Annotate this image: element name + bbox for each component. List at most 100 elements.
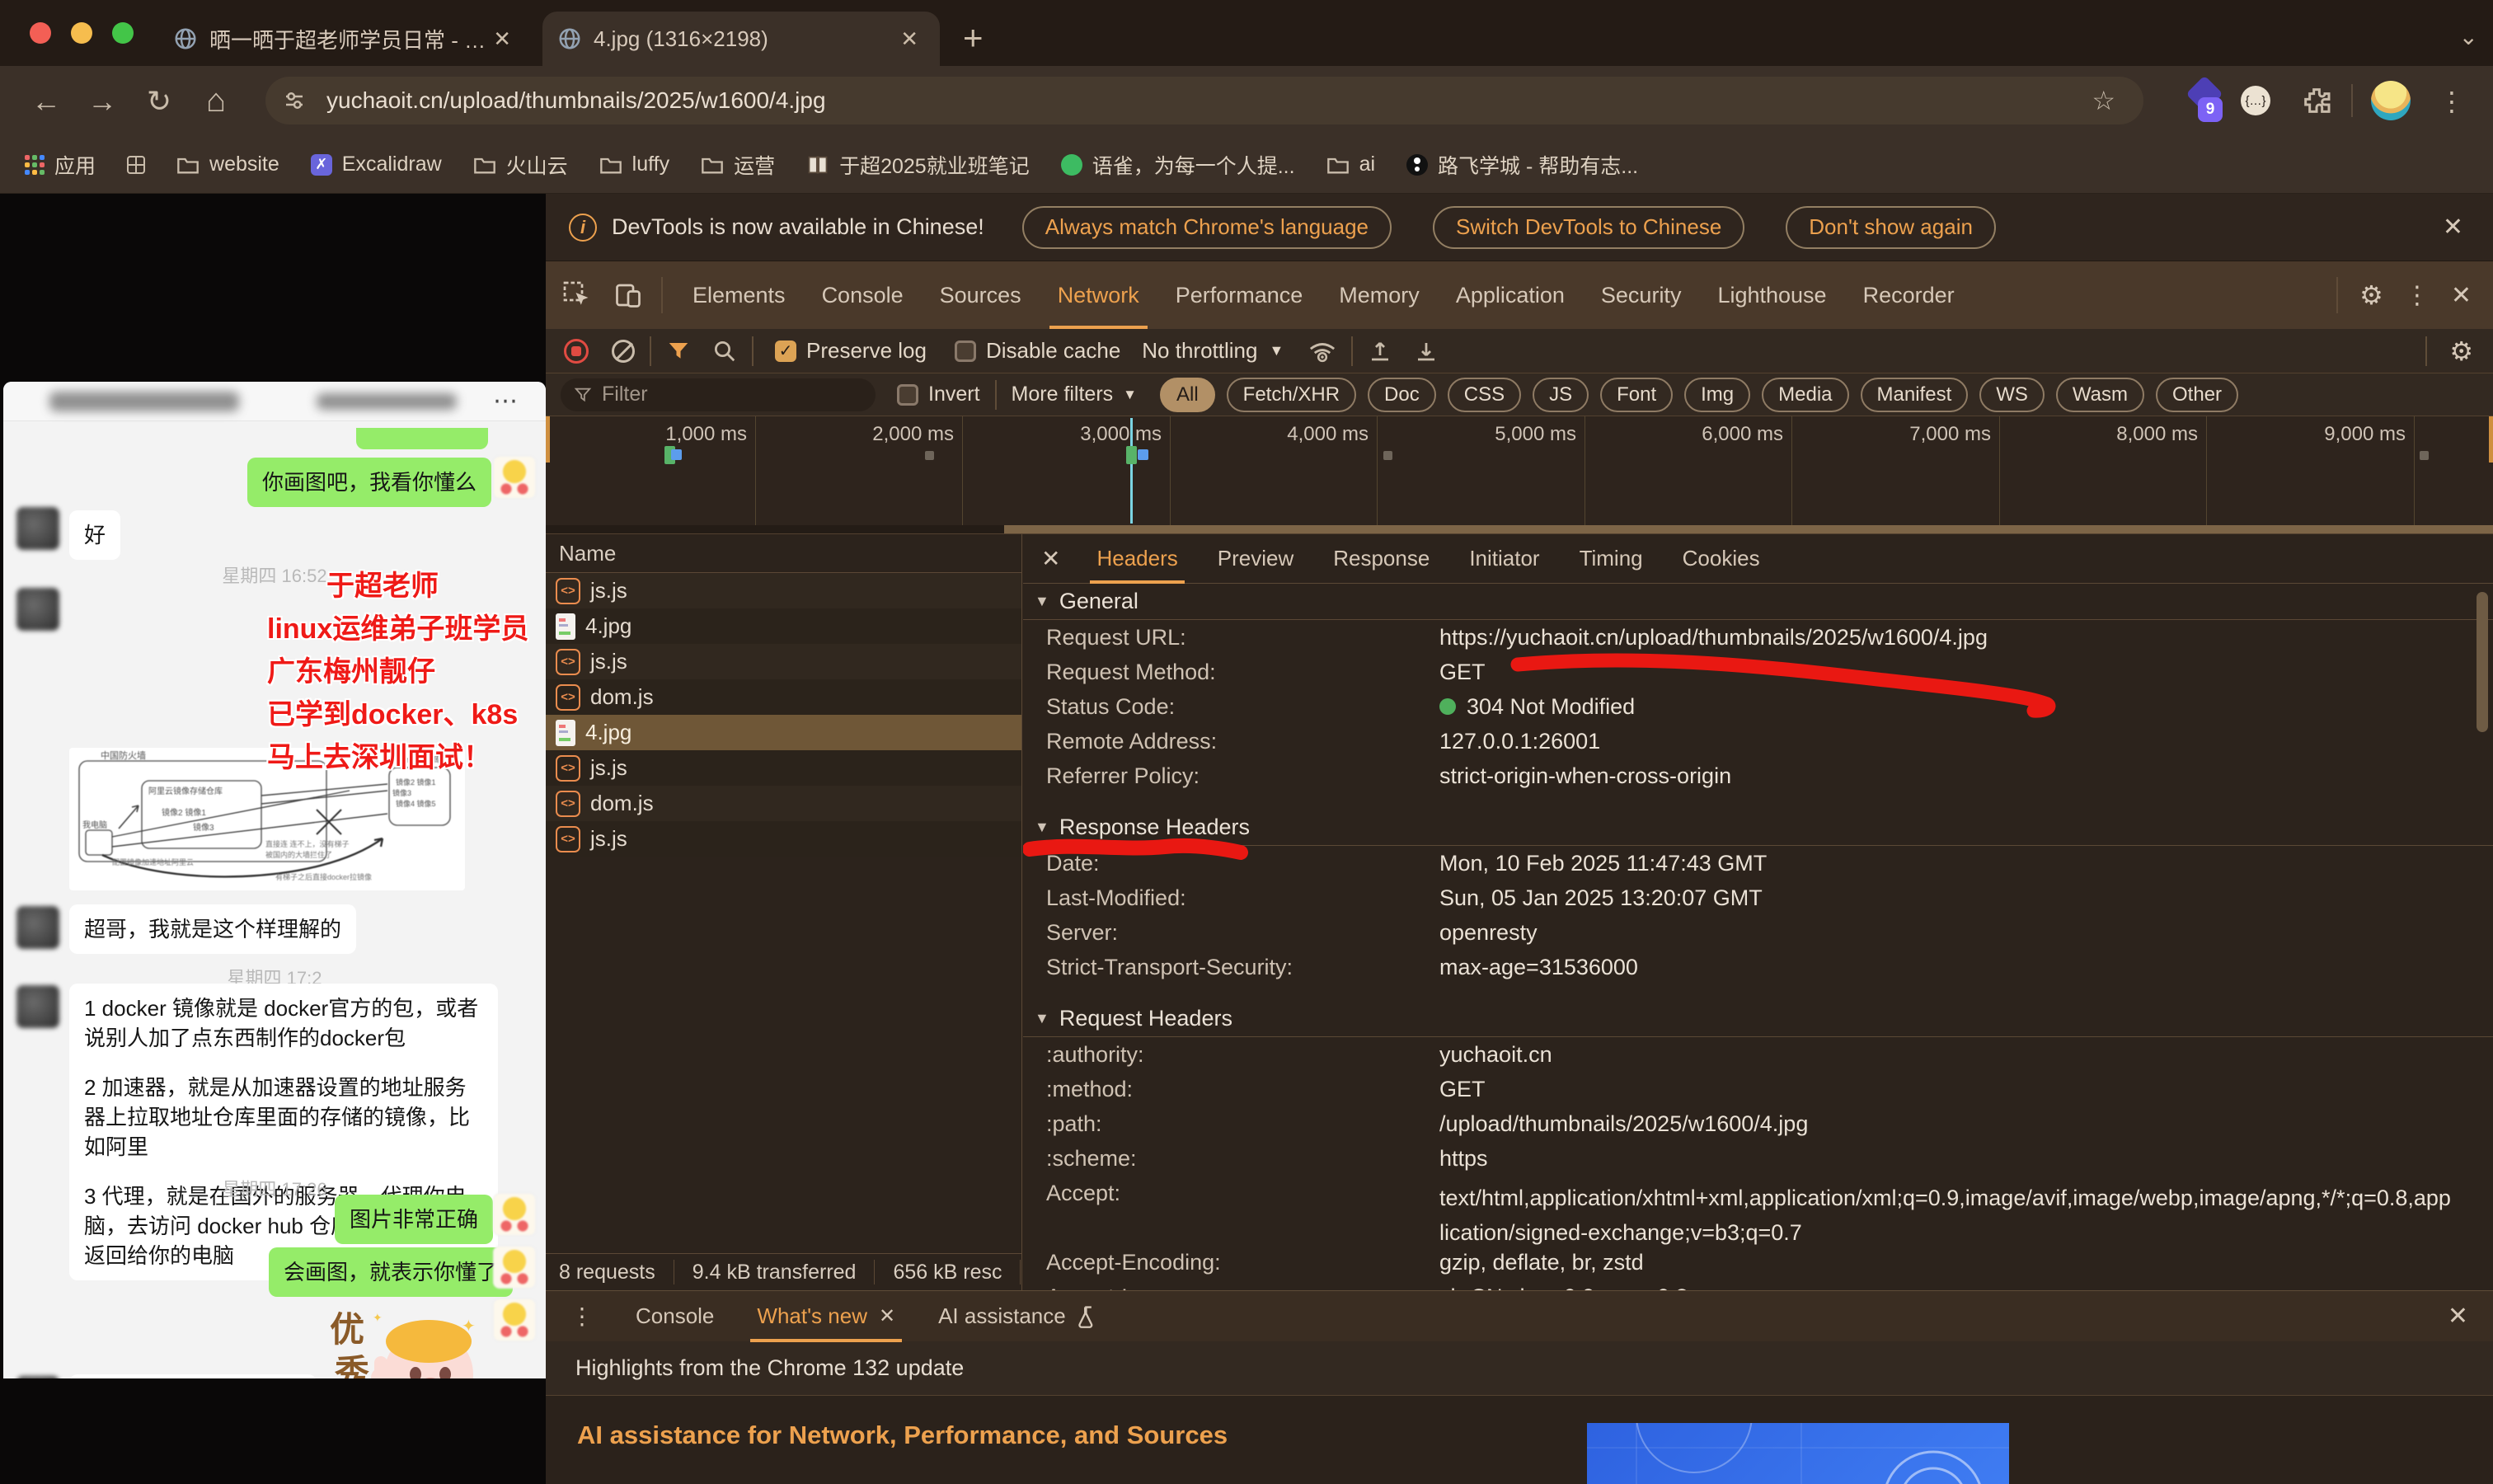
bookmark-excalidraw[interactable]: ✗ Excalidraw — [311, 153, 442, 176]
bookmark-yuque[interactable]: 语雀，为每一个人提... — [1061, 150, 1295, 180]
tab-sources[interactable]: Sources — [922, 261, 1040, 329]
chip-doc[interactable]: Doc — [1368, 378, 1436, 412]
request-row[interactable]: <>js.js — [546, 573, 1021, 608]
avatar[interactable] — [493, 456, 536, 499]
drawer-tab-console[interactable]: Console — [614, 1291, 735, 1342]
request-row[interactable]: <>dom.js — [546, 679, 1021, 715]
tab-lighthouse[interactable]: Lighthouse — [1699, 261, 1844, 329]
export-har-icon[interactable] — [1414, 339, 1439, 364]
chip-media[interactable]: Media — [1762, 378, 1848, 412]
filter-funnel-icon[interactable] — [666, 339, 691, 364]
browser-tab-inactive[interactable]: 晒一晒于超老师学员日常 - 自动 ✕ — [162, 12, 529, 66]
bookmark-notes[interactable]: 于超2025就业班笔记 — [806, 150, 1030, 180]
tab-timing[interactable]: Timing — [1560, 534, 1663, 584]
bookmark-ai-folder[interactable]: ai — [1326, 153, 1375, 176]
close-tab-icon[interactable]: ✕ — [894, 26, 925, 52]
invert-checkbox[interactable] — [897, 384, 918, 406]
close-drawer-icon[interactable]: ✕ — [2448, 1302, 2468, 1331]
tab-elements[interactable]: Elements — [674, 261, 804, 329]
tab-cookies[interactable]: Cookies — [1663, 534, 1780, 584]
devtools-menu-icon[interactable]: ⋮ — [2405, 281, 2430, 310]
tab-memory[interactable]: Memory — [1321, 261, 1438, 329]
forward-button[interactable]: → — [87, 66, 117, 136]
tab-headers[interactable]: Headers — [1077, 534, 1197, 584]
minimize-window-button[interactable] — [71, 22, 92, 44]
request-row[interactable]: <>js.js — [546, 750, 1021, 786]
disable-cache-checkbox[interactable] — [955, 340, 976, 362]
tab-preview[interactable]: Preview — [1198, 534, 1313, 584]
throttling-dropdown[interactable]: No throttling ▼ — [1142, 338, 1284, 364]
request-row-selected[interactable]: 4.jpg — [546, 715, 1021, 750]
section-request-headers[interactable]: ▼ Request Headers — [1023, 1001, 2493, 1037]
request-row[interactable]: <>dom.js — [546, 786, 1021, 821]
network-overview-timeline[interactable]: 1,000 ms 2,000 ms 3,000 ms 4,000 ms 5,00… — [546, 416, 2493, 534]
tab-console[interactable]: Console — [804, 261, 922, 329]
tab-security[interactable]: Security — [1583, 261, 1700, 329]
request-row[interactable]: <>js.js — [546, 821, 1021, 857]
avatar[interactable] — [493, 1298, 536, 1341]
bookmark-huoshan[interactable]: 火山云 — [473, 150, 568, 180]
bookmark-grid[interactable] — [127, 156, 145, 174]
network-settings-gear-icon[interactable]: ⚙ — [2449, 336, 2473, 367]
thumbs-up-sticker[interactable]: 优 秀 ✦ ✦ ✦ — [323, 1298, 488, 1378]
import-har-icon[interactable] — [1368, 339, 1392, 364]
bookmark-website[interactable]: website — [176, 153, 279, 176]
chip-wasm[interactable]: Wasm — [2056, 378, 2144, 412]
tune-icon[interactable] — [282, 88, 307, 113]
avatar[interactable] — [493, 1193, 536, 1236]
extension-braces-icon[interactable]: {…} — [2241, 86, 2270, 115]
drawer-tab-ai-assistance[interactable]: AI assistance — [917, 1291, 1120, 1342]
bookmark-luffycity[interactable]: 路飞学城 - 帮助有志... — [1406, 150, 1638, 180]
avatar[interactable] — [16, 1376, 59, 1378]
tab-network[interactable]: Network — [1040, 261, 1157, 329]
chip-css[interactable]: CSS — [1448, 378, 1521, 412]
maximize-window-button[interactable] — [112, 22, 134, 44]
request-marker[interactable] — [925, 451, 934, 460]
browser-tab-active[interactable]: 4.jpg (1316×2198) ✕ — [542, 12, 940, 66]
record-network-log-icon[interactable] — [564, 339, 589, 364]
avatar[interactable] — [16, 507, 59, 550]
clear-network-log-icon[interactable] — [612, 340, 635, 363]
tab-application[interactable]: Application — [1438, 261, 1583, 329]
section-response-headers[interactable]: ▼ Response Headers — [1023, 810, 2493, 846]
tab-initiator[interactable]: Initiator — [1449, 534, 1559, 584]
bookmark-apps[interactable]: 应用 — [25, 150, 96, 180]
avatar[interactable] — [16, 985, 59, 1028]
settings-gear-icon[interactable]: ⚙ — [2359, 279, 2383, 311]
details-scrollbar-thumb[interactable] — [2477, 592, 2488, 732]
chat-menu-icon[interactable]: ⋯ — [493, 387, 518, 416]
timeline-right-handle[interactable] — [2489, 416, 2493, 463]
close-tab-icon[interactable]: ✕ — [879, 1304, 895, 1328]
address-bar[interactable]: yuchaoit.cn/upload/thumbnails/2025/w1600… — [265, 77, 2143, 124]
timeline-scroll-strip[interactable] — [546, 525, 2493, 533]
column-header-name[interactable]: Name — [546, 534, 1021, 573]
network-conditions-icon[interactable] — [1308, 337, 1336, 365]
preserve-log-checkbox[interactable]: ✓ — [775, 340, 796, 362]
ai-assistance-heading[interactable]: AI assistance for Network, Performance, … — [577, 1421, 1228, 1450]
back-button[interactable]: ← — [31, 66, 61, 136]
request-marker[interactable] — [2420, 451, 2429, 460]
avatar[interactable] — [16, 588, 59, 631]
search-icon[interactable] — [712, 339, 737, 364]
chip-ws[interactable]: WS — [1979, 378, 2045, 412]
extensions-puzzle-icon[interactable] — [2300, 84, 2333, 117]
chip-img[interactable]: Img — [1684, 378, 1750, 412]
tab-performance[interactable]: Performance — [1157, 261, 1322, 329]
profile-avatar[interactable] — [2371, 81, 2411, 120]
request-marker[interactable] — [1126, 446, 1137, 464]
tab-search-icon[interactable]: ⌄ — [2459, 23, 2478, 50]
chip-js[interactable]: JS — [1533, 378, 1589, 412]
avatar[interactable] — [493, 1246, 536, 1289]
bookmark-star-icon[interactable]: ☆ — [2092, 85, 2115, 116]
drawer-menu-icon[interactable]: ⋮ — [546, 1303, 614, 1330]
device-toolbar-icon[interactable] — [613, 280, 643, 310]
request-marker[interactable] — [671, 449, 682, 460]
close-window-button[interactable] — [30, 22, 51, 44]
filter-input[interactable] — [602, 383, 833, 406]
request-row[interactable]: <>js.js — [546, 644, 1021, 679]
home-button[interactable]: ⌂ — [206, 66, 226, 136]
section-general[interactable]: ▼ General — [1023, 584, 2493, 620]
close-tab-icon[interactable]: ✕ — [486, 26, 518, 52]
bookmark-luffy[interactable]: luffy — [599, 153, 669, 176]
close-details-icon[interactable]: ✕ — [1023, 545, 1077, 572]
